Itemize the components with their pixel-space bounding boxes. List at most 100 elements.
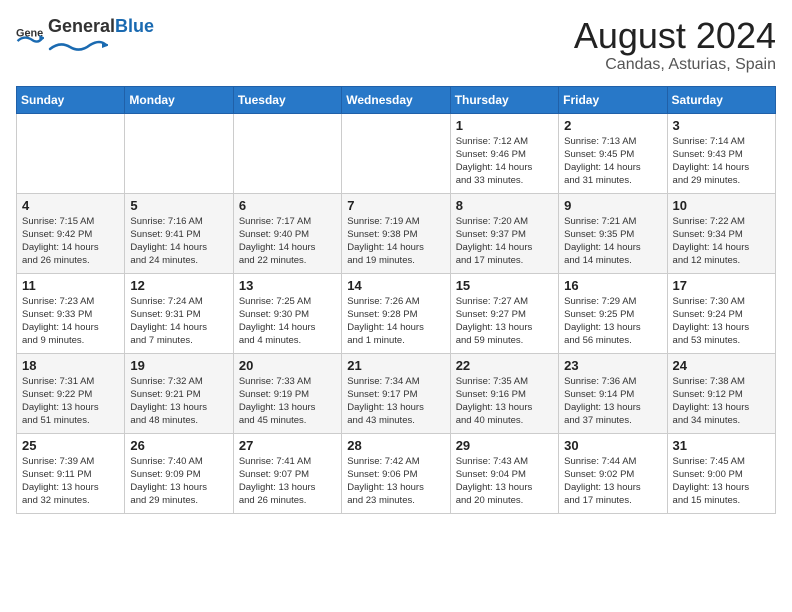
- calendar-cell: 15 Sunrise: 7:27 AM Sunset: 9:27 PM Dayli…: [450, 273, 558, 353]
- calendar-cell: 30 Sunrise: 7:44 AM Sunset: 9:02 PM Dayli…: [559, 433, 667, 513]
- calendar-cell: 11Sunrise: 7:23 AM Sunset: 9:33 PM Dayli…: [17, 273, 125, 353]
- calendar-cell: 29 Sunrise: 7:43 AM Sunset: 9:04 PM Dayli…: [450, 433, 558, 513]
- calendar-day-header: Tuesday: [233, 86, 341, 113]
- day-number: 8: [456, 198, 553, 213]
- page-header: General General Blue August 2024 Candas,…: [16, 16, 776, 74]
- calendar-cell: 14 Sunrise: 7:26 AM Sunset: 9:28 PM Dayli…: [342, 273, 450, 353]
- day-number: 4: [22, 198, 119, 213]
- day-info: Sunrise: 7:35 AM Sunset: 9:16 PM Dayligh…: [456, 375, 553, 428]
- day-number: 25: [22, 438, 119, 453]
- calendar-cell: 23 Sunrise: 7:36 AM Sunset: 9:14 PM Dayli…: [559, 353, 667, 433]
- day-number: 5: [130, 198, 227, 213]
- title-block: August 2024 Candas, Asturias, Spain: [574, 16, 776, 74]
- calendar-cell: 7 Sunrise: 7:19 AM Sunset: 9:38 PM Daylig…: [342, 193, 450, 273]
- day-info: Sunrise: 7:26 AM Sunset: 9:28 PM Dayligh…: [347, 295, 444, 348]
- day-info: Sunrise: 7:32 AM Sunset: 9:21 PM Dayligh…: [130, 375, 227, 428]
- day-number: 2: [564, 118, 661, 133]
- day-info: Sunrise: 7:44 AM Sunset: 9:02 PM Dayligh…: [564, 455, 661, 508]
- calendar-header-row: SundayMondayTuesdayWednesdayThursdayFrid…: [17, 86, 776, 113]
- calendar-week-row: 25 Sunrise: 7:39 AM Sunset: 9:11 PM Dayli…: [17, 433, 776, 513]
- day-number: 29: [456, 438, 553, 453]
- day-info: Sunrise: 7:16 AM Sunset: 9:41 PM Dayligh…: [130, 215, 227, 268]
- day-info: Sunrise: 7:42 AM Sunset: 9:06 PM Dayligh…: [347, 455, 444, 508]
- day-number: 15: [456, 278, 553, 293]
- logo-blue-text: Blue: [115, 16, 154, 37]
- day-number: 23: [564, 358, 661, 373]
- calendar-week-row: 18 Sunrise: 7:31 AM Sunset: 9:22 PM Dayli…: [17, 353, 776, 433]
- calendar-day-header: Thursday: [450, 86, 558, 113]
- day-info: Sunrise: 7:38 AM Sunset: 9:12 PM Dayligh…: [673, 375, 770, 428]
- day-number: 19: [130, 358, 227, 373]
- day-info: Sunrise: 7:34 AM Sunset: 9:17 PM Dayligh…: [347, 375, 444, 428]
- day-info: Sunrise: 7:27 AM Sunset: 9:27 PM Dayligh…: [456, 295, 553, 348]
- day-info: Sunrise: 7:40 AM Sunset: 9:09 PM Dayligh…: [130, 455, 227, 508]
- day-number: 28: [347, 438, 444, 453]
- day-number: 1: [456, 118, 553, 133]
- day-number: 20: [239, 358, 336, 373]
- day-number: 12: [130, 278, 227, 293]
- day-number: 22: [456, 358, 553, 373]
- calendar-cell: [342, 113, 450, 193]
- day-number: 17: [673, 278, 770, 293]
- calendar-cell: 4 Sunrise: 7:15 AM Sunset: 9:42 PM Daylig…: [17, 193, 125, 273]
- day-info: Sunrise: 7:45 AM Sunset: 9:00 PM Dayligh…: [673, 455, 770, 508]
- day-info: Sunrise: 7:36 AM Sunset: 9:14 PM Dayligh…: [564, 375, 661, 428]
- calendar-cell: 24 Sunrise: 7:38 AM Sunset: 9:12 PM Dayli…: [667, 353, 775, 433]
- calendar-day-header: Monday: [125, 86, 233, 113]
- calendar-cell: 10Sunrise: 7:22 AM Sunset: 9:34 PM Dayli…: [667, 193, 775, 273]
- calendar-cell: [17, 113, 125, 193]
- day-info: Sunrise: 7:31 AM Sunset: 9:22 PM Dayligh…: [22, 375, 119, 428]
- day-info: Sunrise: 7:29 AM Sunset: 9:25 PM Dayligh…: [564, 295, 661, 348]
- calendar-cell: [125, 113, 233, 193]
- day-number: 14: [347, 278, 444, 293]
- calendar-cell: 2 Sunrise: 7:13 AM Sunset: 9:45 PM Daylig…: [559, 113, 667, 193]
- day-number: 30: [564, 438, 661, 453]
- calendar-cell: 16 Sunrise: 7:29 AM Sunset: 9:25 PM Dayli…: [559, 273, 667, 353]
- calendar-cell: 27Sunrise: 7:41 AM Sunset: 9:07 PM Dayli…: [233, 433, 341, 513]
- calendar-cell: 12 Sunrise: 7:24 AM Sunset: 9:31 PM Dayli…: [125, 273, 233, 353]
- calendar-cell: 26Sunrise: 7:40 AM Sunset: 9:09 PM Dayli…: [125, 433, 233, 513]
- day-info: Sunrise: 7:14 AM Sunset: 9:43 PM Dayligh…: [673, 135, 770, 188]
- day-number: 6: [239, 198, 336, 213]
- calendar-cell: 18 Sunrise: 7:31 AM Sunset: 9:22 PM Dayli…: [17, 353, 125, 433]
- day-info: Sunrise: 7:30 AM Sunset: 9:24 PM Dayligh…: [673, 295, 770, 348]
- calendar-cell: 3 Sunrise: 7:14 AM Sunset: 9:43 PM Daylig…: [667, 113, 775, 193]
- logo-wave-icon: [48, 37, 108, 55]
- day-number: 7: [347, 198, 444, 213]
- day-number: 31: [673, 438, 770, 453]
- day-info: Sunrise: 7:24 AM Sunset: 9:31 PM Dayligh…: [130, 295, 227, 348]
- logo: General General Blue: [16, 16, 154, 60]
- day-info: Sunrise: 7:17 AM Sunset: 9:40 PM Dayligh…: [239, 215, 336, 268]
- logo-general-text: General: [48, 17, 115, 35]
- day-number: 11: [22, 278, 119, 293]
- calendar-cell: 28 Sunrise: 7:42 AM Sunset: 9:06 PM Dayli…: [342, 433, 450, 513]
- calendar-week-row: 4 Sunrise: 7:15 AM Sunset: 9:42 PM Daylig…: [17, 193, 776, 273]
- day-info: Sunrise: 7:33 AM Sunset: 9:19 PM Dayligh…: [239, 375, 336, 428]
- day-info: Sunrise: 7:13 AM Sunset: 9:45 PM Dayligh…: [564, 135, 661, 188]
- day-info: Sunrise: 7:41 AM Sunset: 9:07 PM Dayligh…: [239, 455, 336, 508]
- calendar-cell: 17 Sunrise: 7:30 AM Sunset: 9:24 PM Dayli…: [667, 273, 775, 353]
- day-info: Sunrise: 7:19 AM Sunset: 9:38 PM Dayligh…: [347, 215, 444, 268]
- calendar-cell: 6 Sunrise: 7:17 AM Sunset: 9:40 PM Daylig…: [233, 193, 341, 273]
- day-info: Sunrise: 7:20 AM Sunset: 9:37 PM Dayligh…: [456, 215, 553, 268]
- day-number: 3: [673, 118, 770, 133]
- calendar-cell: 8 Sunrise: 7:20 AM Sunset: 9:37 PM Daylig…: [450, 193, 558, 273]
- day-info: Sunrise: 7:39 AM Sunset: 9:11 PM Dayligh…: [22, 455, 119, 508]
- calendar-cell: 1Sunrise: 7:12 AM Sunset: 9:46 PM Daylig…: [450, 113, 558, 193]
- day-number: 18: [22, 358, 119, 373]
- day-number: 16: [564, 278, 661, 293]
- day-info: Sunrise: 7:15 AM Sunset: 9:42 PM Dayligh…: [22, 215, 119, 268]
- calendar-day-header: Saturday: [667, 86, 775, 113]
- calendar-cell: 20 Sunrise: 7:33 AM Sunset: 9:19 PM Dayli…: [233, 353, 341, 433]
- calendar-cell: [233, 113, 341, 193]
- day-number: 24: [673, 358, 770, 373]
- day-number: 9: [564, 198, 661, 213]
- calendar-table: SundayMondayTuesdayWednesdayThursdayFrid…: [16, 86, 776, 514]
- calendar-cell: 13Sunrise: 7:25 AM Sunset: 9:30 PM Dayli…: [233, 273, 341, 353]
- calendar-cell: 9Sunrise: 7:21 AM Sunset: 9:35 PM Daylig…: [559, 193, 667, 273]
- calendar-cell: 21Sunrise: 7:34 AM Sunset: 9:17 PM Dayli…: [342, 353, 450, 433]
- day-info: Sunrise: 7:22 AM Sunset: 9:34 PM Dayligh…: [673, 215, 770, 268]
- day-info: Sunrise: 7:43 AM Sunset: 9:04 PM Dayligh…: [456, 455, 553, 508]
- day-info: Sunrise: 7:25 AM Sunset: 9:30 PM Dayligh…: [239, 295, 336, 348]
- logo-icon: General: [16, 24, 44, 52]
